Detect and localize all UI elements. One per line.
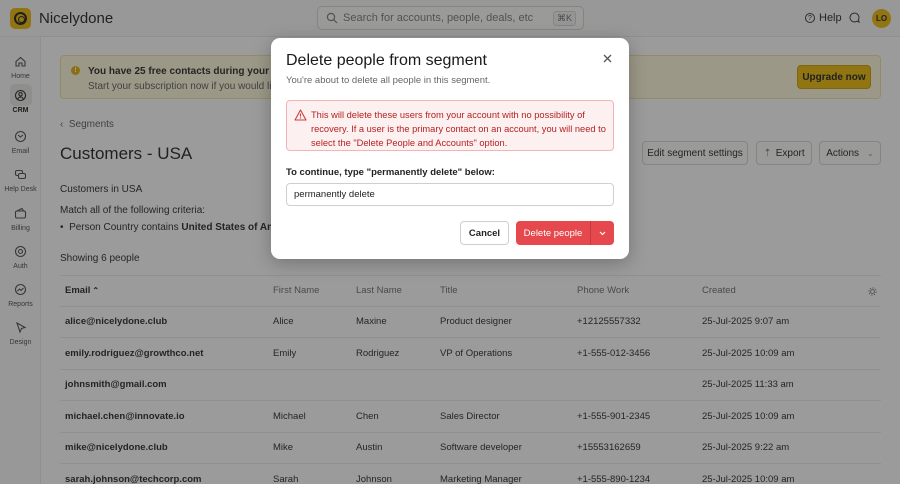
close-icon[interactable] [602, 53, 613, 64]
confirm-label: To continue, type "permanently delete" b… [286, 167, 495, 178]
danger-alert: This will delete these users from your a… [286, 100, 614, 151]
delete-options-button[interactable] [590, 221, 614, 245]
warning-triangle-icon [294, 109, 307, 121]
cancel-button[interactable]: Cancel [460, 221, 509, 245]
modal-title: Delete people from segment [286, 52, 487, 69]
delete-people-split-button: Delete people [516, 221, 614, 245]
delete-people-modal: Delete people from segment You're about … [271, 38, 629, 259]
modal-subtitle: You're about to delete all people in thi… [286, 75, 491, 86]
chevron-down-icon [599, 231, 606, 235]
confirm-input[interactable] [286, 183, 614, 206]
alert-text: This will delete these users from your a… [311, 110, 606, 148]
delete-people-button[interactable]: Delete people [516, 221, 590, 245]
